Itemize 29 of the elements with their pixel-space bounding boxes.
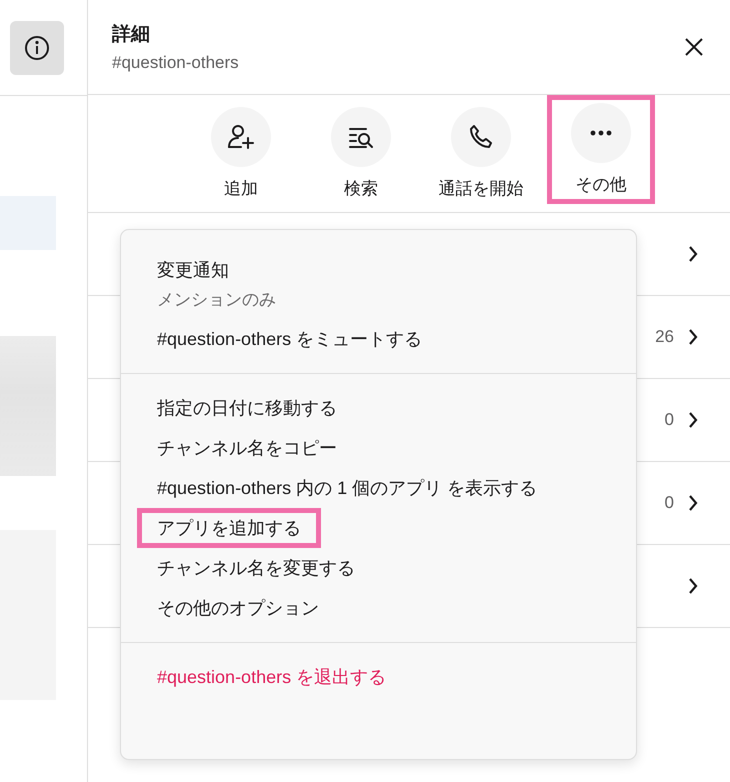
row-count: 0 (664, 493, 674, 513)
menu-item[interactable]: アプリを追加する (137, 508, 321, 548)
action-button[interactable]: 検索 (307, 107, 415, 200)
chevron-icon[interactable] (688, 494, 698, 512)
chevron-icon[interactable] (688, 328, 698, 346)
chevron-icon[interactable] (688, 577, 698, 595)
menu-item[interactable]: #question-others をミュートする (121, 319, 636, 359)
menu-item[interactable]: チャンネル名をコピー (121, 428, 636, 468)
add-person-icon (226, 122, 256, 152)
menu-item[interactable]: 変更通知 メンションのみ (121, 250, 636, 319)
menu-item[interactable]: その他のオプション (121, 588, 636, 628)
menu-item-sublabel: メンションのみ (157, 289, 277, 311)
action-button[interactable]: その他 (556, 103, 646, 196)
chevron-icon[interactable] (688, 245, 698, 263)
menu-item[interactable]: #question-others 内の 1 個のアプリ を表示する (121, 468, 636, 508)
menu-item[interactable]: チャンネル名を変更する (121, 548, 636, 588)
row-count: 0 (664, 410, 674, 430)
chevron-icon[interactable] (688, 411, 698, 429)
info-icon (24, 34, 50, 60)
action-button[interactable]: 追加 (187, 107, 295, 200)
info-button[interactable] (10, 20, 64, 74)
channel-name: #question-others (112, 53, 240, 73)
row-count: 26 (655, 327, 674, 347)
more-icon (590, 130, 612, 136)
action-button[interactable]: 通話を開始 (427, 107, 535, 200)
panel-title: 詳細 (112, 22, 151, 47)
menu-item-label: 変更通知 (157, 259, 230, 282)
menu-item[interactable]: 指定の日付に移動する (121, 388, 636, 428)
menu-item[interactable]: #question-others を退出する (121, 657, 636, 697)
